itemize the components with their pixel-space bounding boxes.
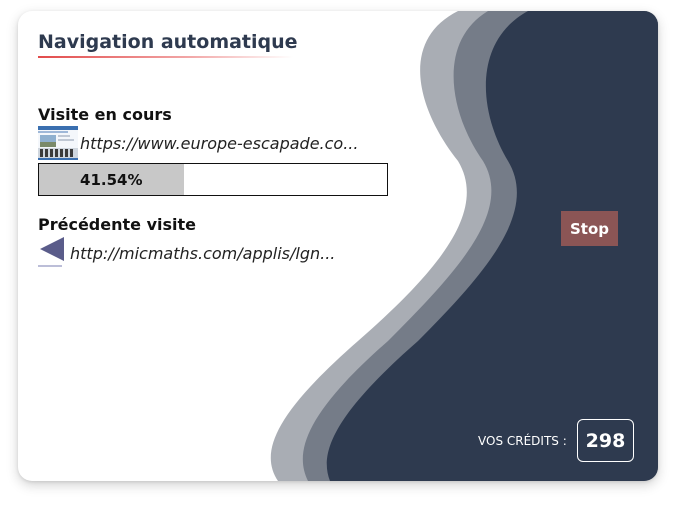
previous-visit-label: Précédente visite: [38, 215, 196, 234]
page-title: Navigation automatique: [38, 31, 298, 53]
current-visit-label: Visite en cours: [38, 105, 172, 124]
navigation-card: Navigation automatique Visite en cours h…: [18, 11, 658, 481]
title-underline: [38, 56, 293, 58]
triangle-thumbnail-icon: [38, 235, 66, 269]
credits-value: 298: [577, 419, 634, 462]
progress-text: 41.54%: [80, 170, 143, 189]
website-thumbnail-icon: [38, 126, 78, 160]
previous-visit-url[interactable]: http://micmaths.com/applis/lgn...: [70, 244, 335, 263]
stop-button[interactable]: Stop: [561, 211, 618, 246]
visit-progress-bar: 41.54%: [38, 163, 388, 196]
current-visit-url[interactable]: https://www.europe-escapade.co...: [80, 134, 358, 153]
credits-label: VOS CRÉDITS :: [478, 434, 567, 448]
